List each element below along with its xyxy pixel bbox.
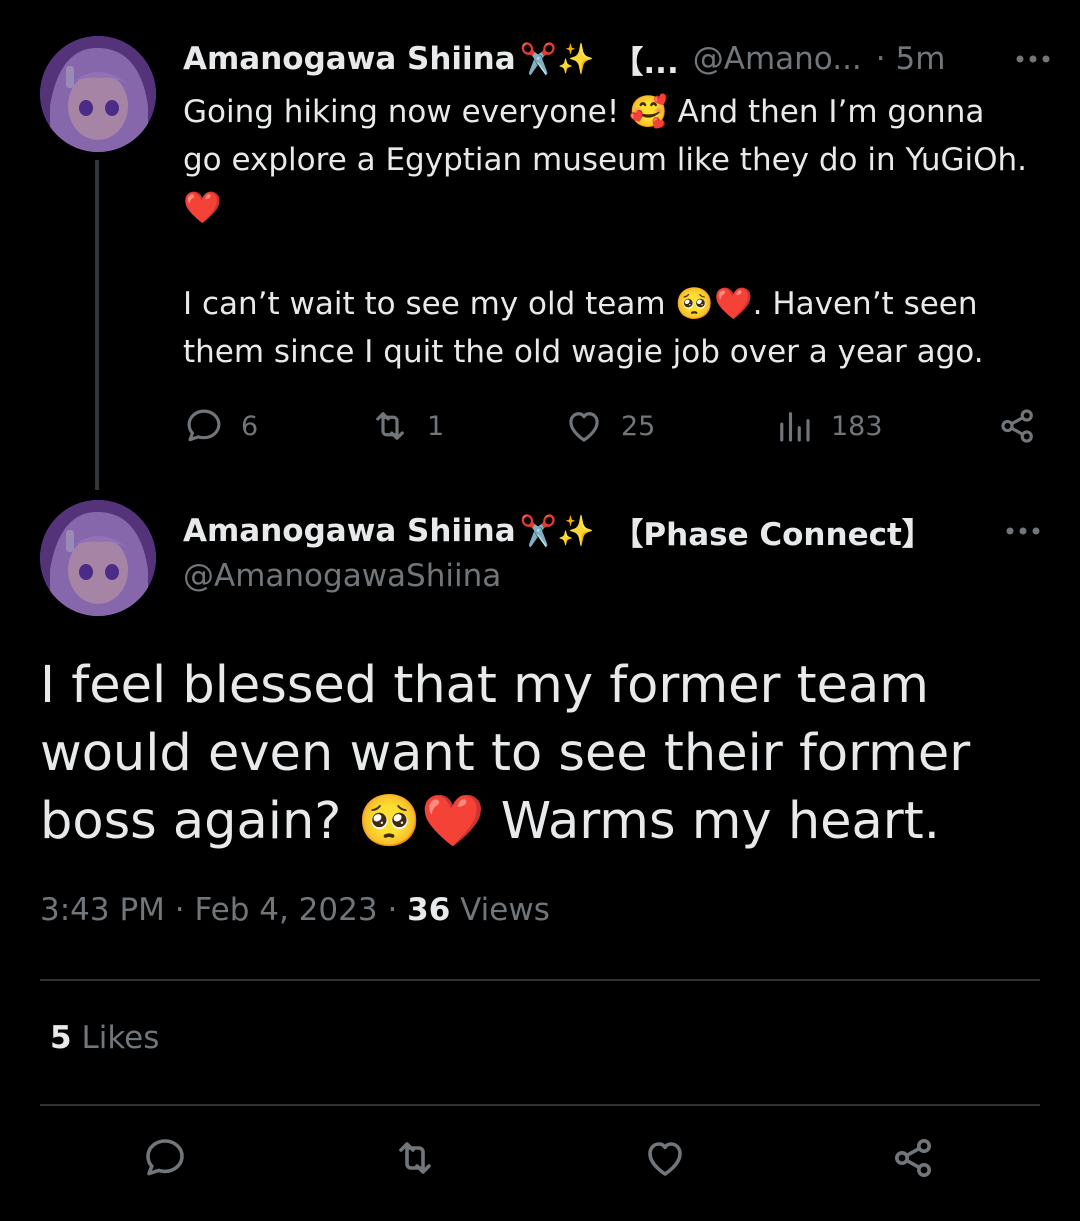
reply-icon (146, 1139, 184, 1176)
meta-separator: · (174, 892, 185, 928)
parent-tweet-avatar[interactable] (40, 36, 156, 152)
author-name[interactable]: Amanogawa Shiina (183, 513, 516, 549)
share-button[interactable] (997, 398, 1039, 454)
like-icon (648, 1142, 682, 1176)
divider (40, 979, 1040, 981)
tweet-text-line: go explore a Egyptian museum like they d… (183, 142, 1028, 178)
like-icon (569, 412, 599, 442)
avatar-image (40, 500, 156, 616)
views-button[interactable]: 183 (773, 398, 883, 454)
reply-button[interactable] (137, 1130, 193, 1186)
parent-tweet-actions: 6 1 25 183 (183, 398, 1043, 458)
tweet-metadata: 3:43 PM · Feb 4, 2023 · 36 Views (40, 892, 550, 928)
more-icon[interactable] (1003, 511, 1043, 551)
retweet-icon (399, 1142, 431, 1174)
likes-summary[interactable]: 5 Likes (50, 1020, 159, 1056)
share-button[interactable] (886, 1130, 942, 1186)
retweet-count: 1 (427, 410, 445, 442)
likes-label: Likes (81, 1020, 160, 1056)
parent-tweet[interactable]: Amanogawa Shiina ✂️✨ 【... @Amano... · 5m… (183, 30, 1053, 376)
like-button[interactable]: 25 (563, 398, 655, 454)
retweet-button[interactable] (387, 1130, 443, 1186)
tweet-text-line: boss again? 🥺❤️ Warms my heart. (40, 792, 940, 851)
views-label: Views (460, 892, 550, 928)
tweet-text-line: ❤️ (183, 190, 222, 226)
author-handle[interactable]: @AmanogawaShiina (183, 558, 1043, 594)
name-emojis: ✂️✨ (519, 513, 595, 549)
main-tweet-header: Amanogawa Shiina ✂️✨ 【Phase Connect】 @Am… (183, 506, 1043, 594)
tweet-text-line: Going hiking now everyone! 🥰 And then I’… (183, 94, 985, 130)
tweet-date[interactable]: Feb 4, 2023 (195, 892, 378, 928)
views-count: 36 (407, 892, 451, 928)
divider (40, 1104, 1040, 1106)
likes-count: 5 (50, 1020, 72, 1056)
main-tweet-text: I feel blessed that my former team would… (40, 652, 1040, 856)
tweet-text-line: I can’t wait to see my old team 🥺❤️. Hav… (183, 286, 978, 322)
tweet-text-line: would even want to see their former (40, 724, 971, 783)
avatar-image (40, 36, 156, 152)
author-name-suffix: 【... (612, 44, 679, 81)
tweet-time[interactable]: 3:43 PM (40, 892, 165, 928)
more-icon[interactable] (1013, 39, 1053, 79)
views-count: 183 (831, 410, 883, 442)
main-tweet-actions (0, 1130, 1080, 1190)
retweet-button[interactable]: 1 (369, 398, 444, 454)
retweet-icon (376, 412, 404, 440)
parent-tweet-header: Amanogawa Shiina ✂️✨ 【... @Amano... · 5m (183, 30, 1053, 88)
author-name-suffix: 【Phase Connect】 (612, 516, 933, 553)
name-emojis: ✂️✨ (519, 41, 595, 77)
share-icon (895, 1139, 931, 1177)
author-handle[interactable]: @Amano... (693, 41, 862, 77)
reply-icon (187, 409, 221, 442)
thread-connector-line (95, 160, 99, 490)
share-icon (1001, 409, 1033, 443)
like-button[interactable] (637, 1130, 693, 1186)
parent-tweet-text: Going hiking now everyone! 🥰 And then I’… (183, 88, 1053, 376)
tweet-text-line: I feel blessed that my former team (40, 656, 929, 715)
reply-count: 6 (241, 410, 259, 442)
views-icon (780, 412, 810, 442)
reply-button[interactable]: 6 (183, 398, 258, 454)
author-name[interactable]: Amanogawa Shiina (183, 41, 516, 77)
like-count: 25 (621, 410, 656, 442)
tweet-text-line: them since I quit the old wagie job over… (183, 334, 984, 370)
main-tweet-avatar[interactable] (40, 500, 156, 616)
meta-separator: · (387, 892, 398, 928)
tweet-time[interactable]: · 5m (876, 41, 946, 77)
